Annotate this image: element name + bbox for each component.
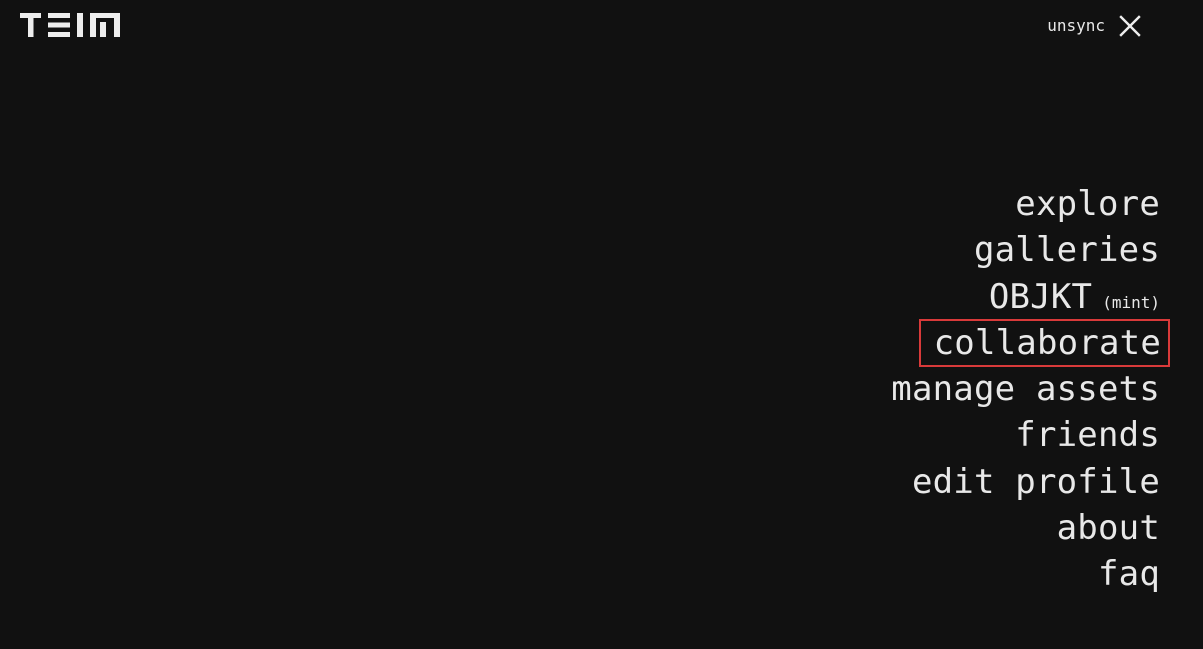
menu-item-label: friends [1015, 415, 1160, 456]
menu-item-about[interactable]: about [1057, 505, 1160, 551]
main-menu: explore galleries OBJKT (mint) collaborat… [891, 181, 1171, 598]
menu-item-label: faq [1097, 554, 1160, 595]
menu-item-collaborate[interactable]: collaborate [918, 318, 1171, 368]
menu-item-objkt-mint[interactable]: OBJKT (mint) [989, 274, 1160, 320]
menu-item-friends[interactable]: friends [1015, 412, 1160, 458]
menu-item-label: galleries [973, 230, 1160, 271]
menu-item-faq[interactable]: faq [1098, 551, 1160, 597]
teia-logo[interactable] [20, 13, 120, 37]
page: unsync explore galleries OBJKT (mint) col… [0, 0, 1203, 649]
menu-item-label: explore [1015, 184, 1160, 224]
close-icon[interactable] [1117, 13, 1143, 39]
topbar-actions: unsync [1047, 12, 1143, 40]
unsync-button[interactable]: unsync [1047, 12, 1105, 40]
menu-item-galleries[interactable]: galleries [974, 227, 1160, 273]
menu-item-label: collaborate [933, 322, 1161, 363]
menu-item-label: edit profile [911, 461, 1160, 502]
menu-item-edit-profile[interactable]: edit profile [912, 459, 1160, 505]
menu-item-label: OBJKT [988, 276, 1093, 317]
menu-item-suffix: (mint) [1102, 292, 1160, 312]
menu-item-manage-assets[interactable]: manage assets [891, 366, 1160, 412]
menu-item-explore[interactable]: explore [1015, 181, 1160, 227]
menu-item-label: about [1056, 508, 1160, 549]
menu-item-label: manage assets [891, 369, 1160, 410]
